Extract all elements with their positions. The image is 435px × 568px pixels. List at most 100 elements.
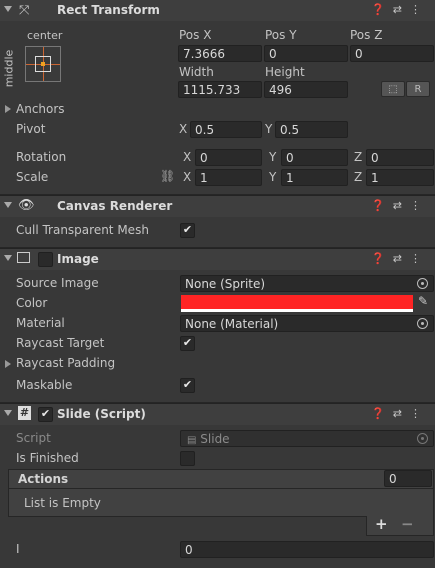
presets-icon[interactable]: ⇄ (393, 3, 410, 16)
raycast-target-checkbox[interactable]: ✔ (180, 336, 195, 351)
rot-y-label: Y (269, 150, 277, 164)
component-title: Rect Transform (57, 3, 160, 17)
cull-transparent-mesh-checkbox[interactable]: ✔ (180, 223, 195, 238)
presets-icon[interactable]: ⇄ (393, 407, 410, 420)
rot-z-field[interactable]: 0 (366, 149, 434, 166)
fold-arrow-icon[interactable] (4, 255, 12, 261)
maskable-checkbox[interactable]: ✔ (180, 378, 195, 393)
anchor-presets-button[interactable] (25, 46, 61, 82)
actions-list-body: List is Empty (8, 489, 434, 517)
help-icon[interactable]: ❓ (371, 3, 393, 16)
script-value: Slide (200, 432, 230, 446)
actions-count-field[interactable]: 0 (384, 470, 432, 487)
presets-icon[interactable]: ⇄ (393, 252, 410, 265)
divider (0, 402, 435, 403)
pos-y-field[interactable]: 0 (264, 45, 348, 62)
canvas-renderer-header[interactable]: 👁 Canvas Renderer ❓⇄⋮ (0, 195, 435, 217)
script-icon: # (18, 406, 31, 420)
actions-label: Actions (18, 472, 69, 486)
pos-z-field[interactable]: 0 (350, 45, 434, 62)
kebab-menu-icon[interactable]: ⋮ (410, 3, 429, 16)
rot-y-field[interactable]: 0 (281, 149, 348, 166)
anchors-label[interactable]: Anchors (16, 102, 65, 116)
actions-list-header[interactable]: Actions (8, 469, 434, 489)
remove-item-button[interactable]: − (401, 515, 414, 533)
list-empty-text: List is Empty (24, 496, 101, 510)
help-icon[interactable]: ❓ (371, 407, 393, 420)
component-title: Canvas Renderer (57, 199, 173, 213)
pivot-label: Pivot (16, 122, 46, 136)
pos-y-label: Pos Y (265, 28, 297, 42)
i-label: I (16, 542, 20, 556)
image-component-icon (17, 252, 30, 263)
source-image-label: Source Image (16, 276, 99, 290)
divider (0, 194, 435, 195)
kebab-menu-icon[interactable]: ⋮ (410, 199, 429, 212)
add-item-button[interactable]: + (375, 515, 388, 533)
scale-x-field[interactable]: 1 (195, 169, 262, 186)
pivot-x-field[interactable]: 0.5 (190, 121, 262, 138)
script-field: ▤ Slide (180, 430, 434, 447)
presets-icon[interactable]: ⇄ (393, 199, 410, 212)
scale-label: Scale (16, 170, 49, 184)
rot-z-label: Z (354, 150, 363, 164)
image-header[interactable]: Image ❓⇄⋮ (0, 248, 435, 270)
script-file-icon: ▤ (187, 435, 197, 446)
list-footer: + − (366, 515, 434, 536)
divider (0, 247, 435, 248)
fold-arrow-icon[interactable] (4, 202, 12, 208)
anchor-v-label: middle (2, 49, 16, 88)
rotation-label: Rotation (16, 150, 67, 164)
pivot-y-label: Y (265, 122, 273, 136)
width-field[interactable]: 1115.733 (178, 81, 262, 98)
slide-enabled-checkbox[interactable]: ✔ (38, 407, 53, 422)
rect-transform-icon: ⤧ (19, 3, 30, 18)
height-label: Height (265, 65, 305, 79)
scale-y-label: Y (269, 170, 277, 184)
scale-y-field[interactable]: 1 (281, 169, 348, 186)
blueprint-mode-button[interactable]: ⬚ (381, 81, 405, 97)
component-title: Slide (Script) (57, 407, 146, 421)
raycast-padding-label[interactable]: Raycast Padding (16, 356, 115, 370)
slide-script-header[interactable]: # ✔ Slide (Script) ❓⇄⋮ (0, 403, 435, 425)
image-enabled-checkbox[interactable] (38, 252, 53, 267)
eyedropper-icon[interactable]: ✎ (418, 294, 428, 308)
rot-x-field[interactable]: 0 (195, 149, 262, 166)
pivot-y-field[interactable]: 0.5 (275, 121, 348, 138)
constrain-proportions-icon[interactable]: ⛓ (160, 169, 175, 183)
maskable-label: Maskable (16, 378, 73, 392)
blueprint-icon: ⬚ (388, 84, 398, 95)
fold-arrow-icon[interactable] (4, 410, 12, 416)
pos-x-label: Pos X (179, 28, 212, 42)
anchors-foldout-icon[interactable] (5, 105, 11, 113)
width-label: Width (179, 65, 214, 79)
raycast-target-label: Raycast Target (16, 336, 105, 350)
pos-z-label: Pos Z (350, 28, 383, 42)
scale-z-field[interactable]: 1 (366, 169, 434, 186)
color-swatch[interactable] (181, 295, 413, 312)
material-label: Material (16, 316, 65, 330)
object-picker-icon[interactable] (417, 278, 428, 289)
object-picker-icon[interactable] (417, 318, 428, 329)
object-picker-icon (417, 433, 428, 444)
cull-transparent-mesh-label: Cull Transparent Mesh (16, 223, 149, 237)
color-label: Color (16, 296, 48, 310)
kebab-menu-icon[interactable]: ⋮ (410, 407, 429, 420)
script-label: Script (16, 431, 51, 445)
source-image-field[interactable]: None (Sprite) (180, 275, 434, 292)
eye-icon: 👁 (18, 198, 35, 213)
material-field[interactable]: None (Material) (180, 315, 434, 332)
fold-arrow-icon[interactable] (4, 6, 12, 12)
pos-x-field[interactable]: 7.3666 (178, 45, 262, 62)
anchor-h-label: center (27, 29, 63, 42)
i-field[interactable]: 0 (180, 541, 434, 558)
help-icon[interactable]: ❓ (371, 199, 393, 212)
kebab-menu-icon[interactable]: ⋮ (410, 252, 429, 265)
component-title: Image (57, 252, 99, 266)
rect-transform-header[interactable]: ⤧ Rect Transform ❓⇄⋮ (0, 0, 435, 21)
help-icon[interactable]: ❓ (371, 252, 393, 265)
is-finished-checkbox[interactable] (180, 451, 195, 466)
raw-edit-button[interactable]: R (406, 81, 430, 97)
height-field[interactable]: 496 (264, 81, 348, 98)
raycast-padding-foldout-icon[interactable] (5, 360, 11, 368)
